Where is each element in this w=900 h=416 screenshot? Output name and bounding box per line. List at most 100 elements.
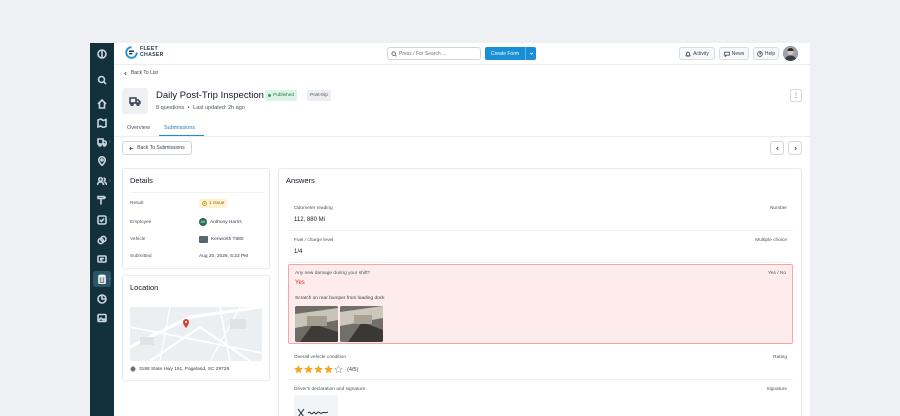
answer-odometer: Odometer reading Number 112, 880 Mi bbox=[288, 200, 793, 231]
answer-value: 112, 880 Mi bbox=[294, 217, 325, 223]
brand-line2: CHASER bbox=[140, 51, 164, 58]
last-updated: Last updated: 2h ago bbox=[193, 105, 245, 111]
star-filled-icon bbox=[314, 365, 323, 374]
truck-icon bbox=[129, 97, 141, 106]
search-icon bbox=[391, 50, 397, 57]
tab-submissions[interactable]: Submissions bbox=[164, 125, 195, 131]
employee-value[interactable]: AH Anthony Harris bbox=[199, 218, 242, 226]
users-icon[interactable] bbox=[96, 175, 108, 187]
photo-thumbnail bbox=[340, 306, 383, 342]
submitted-value: Aug 20, 2026, 6:23 PM bbox=[199, 254, 249, 259]
previous-submission-button[interactable] bbox=[770, 141, 784, 155]
location-address: 3188 State Hwy 151, Pageland, SC 29728 bbox=[130, 366, 229, 372]
vehicle-value[interactable]: Kenworth T880 bbox=[199, 236, 243, 243]
chevron-right-icon bbox=[793, 146, 797, 150]
question-type: Number bbox=[769, 206, 787, 211]
location-pin-icon[interactable] bbox=[96, 155, 108, 167]
details-title: Details bbox=[130, 176, 153, 185]
details-card: Details Result 1 Issue Employee AH Antho… bbox=[122, 168, 270, 269]
fleet-chaser-logo-icon bbox=[125, 46, 138, 59]
vehicle-name: Kenworth T880 bbox=[211, 237, 244, 242]
back-to-submissions-button[interactable]: Back To Submissions bbox=[122, 141, 192, 155]
create-form-dropdown[interactable] bbox=[525, 47, 536, 60]
question-label: Fuel / charge level bbox=[294, 238, 334, 243]
answers-title: Answers bbox=[286, 176, 315, 185]
clock-icon bbox=[202, 201, 207, 206]
damage-photo[interactable] bbox=[340, 306, 383, 342]
reports-icon[interactable] bbox=[96, 293, 108, 305]
employee-label: Employee bbox=[130, 220, 152, 225]
chevron-left-icon bbox=[124, 71, 127, 75]
answer-fuel-level: Fuel / charge level Multiple choice 1/4 bbox=[288, 232, 793, 263]
back-to-submissions-label: Back To Submissions bbox=[137, 145, 185, 151]
map-icon[interactable] bbox=[96, 117, 108, 129]
status-dot bbox=[268, 94, 271, 97]
id-card-icon[interactable] bbox=[96, 253, 108, 265]
news-button[interactable]: News bbox=[719, 47, 749, 60]
create-form-button[interactable]: Create Form bbox=[485, 47, 525, 60]
gallery-icon[interactable] bbox=[96, 312, 108, 324]
location-map[interactable] bbox=[130, 307, 262, 361]
brand-logo[interactable]: FLEET CHASER bbox=[125, 46, 164, 59]
question-label: Driver's declaration and signature bbox=[294, 387, 366, 392]
damage-photo[interactable] bbox=[295, 306, 338, 342]
tools-icon[interactable] bbox=[96, 194, 108, 206]
user-avatar[interactable] bbox=[783, 46, 798, 61]
back-to-list-link[interactable]: Back To List bbox=[123, 70, 158, 76]
checklist-icon[interactable] bbox=[96, 214, 108, 226]
more-options-button[interactable]: ⋮ bbox=[790, 89, 802, 102]
chevron-down-icon bbox=[529, 52, 533, 55]
home-icon[interactable] bbox=[96, 98, 108, 110]
status-label: Published bbox=[273, 93, 295, 98]
create-form-label: Create Form bbox=[490, 50, 520, 57]
chevron-right-icon: › bbox=[109, 178, 111, 184]
address-text: 3188 State Hwy 151, Pageland, SC 29728 bbox=[139, 366, 230, 372]
search-placeholder: Press / For Search ... bbox=[399, 50, 447, 57]
search-input[interactable]: Press / For Search ... bbox=[387, 47, 481, 60]
answer-signature: Driver's declaration and signature Signa… bbox=[288, 381, 793, 416]
tab-divider bbox=[114, 136, 810, 137]
help-label: Help bbox=[764, 50, 776, 57]
divider bbox=[130, 192, 264, 193]
employee-avatar: AH bbox=[199, 218, 207, 226]
activity-label: Activity bbox=[693, 50, 709, 57]
top-bar: FLEET CHASER Press / For Search ... Creat… bbox=[114, 43, 810, 65]
map-graphic bbox=[130, 307, 262, 361]
issue-badge: 1 Issue bbox=[199, 199, 228, 208]
panel-toggle-icon[interactable] bbox=[96, 48, 108, 60]
vehicle-label: Vehicle bbox=[130, 237, 146, 242]
question-type: Yes / No bbox=[768, 271, 786, 276]
truck-icon[interactable] bbox=[96, 136, 108, 148]
star-filled-icon bbox=[324, 365, 333, 374]
app-window: › › › › FLEET CHASER Press / For Search .… bbox=[90, 43, 810, 416]
news-label: News bbox=[731, 50, 745, 57]
result-value: 1 Issue bbox=[199, 199, 228, 208]
employee-name: Anthony Harris bbox=[210, 219, 242, 225]
active-tab-indicator bbox=[159, 135, 204, 136]
rating-score: (4/5) bbox=[347, 366, 359, 373]
avatar-photo bbox=[783, 46, 798, 61]
rating-stars: (4/5) bbox=[294, 365, 358, 374]
submitted-label: Submitted bbox=[130, 254, 152, 259]
activity-button[interactable]: Activity bbox=[679, 47, 715, 60]
answer-note: Scratch on rear bumper from loading dock bbox=[295, 296, 385, 301]
bell-icon bbox=[685, 51, 692, 57]
next-submission-button[interactable] bbox=[788, 141, 802, 155]
help-button[interactable]: Help bbox=[753, 47, 779, 60]
parts-icon[interactable] bbox=[96, 234, 108, 246]
vehicle-thumbnail bbox=[199, 236, 208, 243]
search-icon[interactable] bbox=[96, 74, 108, 86]
main-content: FLEET CHASER Press / For Search ... Creat… bbox=[114, 43, 810, 416]
question-label: Any new damage during your shift? bbox=[295, 271, 371, 276]
star-filled-icon bbox=[304, 365, 313, 374]
category-badge: Post-trip bbox=[307, 90, 331, 101]
location-card: Location 3188 State Hwy 151, Pageland, S… bbox=[122, 275, 270, 381]
meta-separator: • bbox=[187, 105, 190, 111]
back-to-list-label: Back To List bbox=[131, 70, 158, 76]
help-icon bbox=[756, 50, 763, 57]
form-icon bbox=[122, 88, 148, 114]
arrow-left-icon bbox=[129, 146, 134, 150]
photo-thumbnail bbox=[295, 306, 338, 342]
tab-overview[interactable]: Overview bbox=[127, 125, 150, 131]
chevron-right-icon: › bbox=[109, 276, 111, 282]
